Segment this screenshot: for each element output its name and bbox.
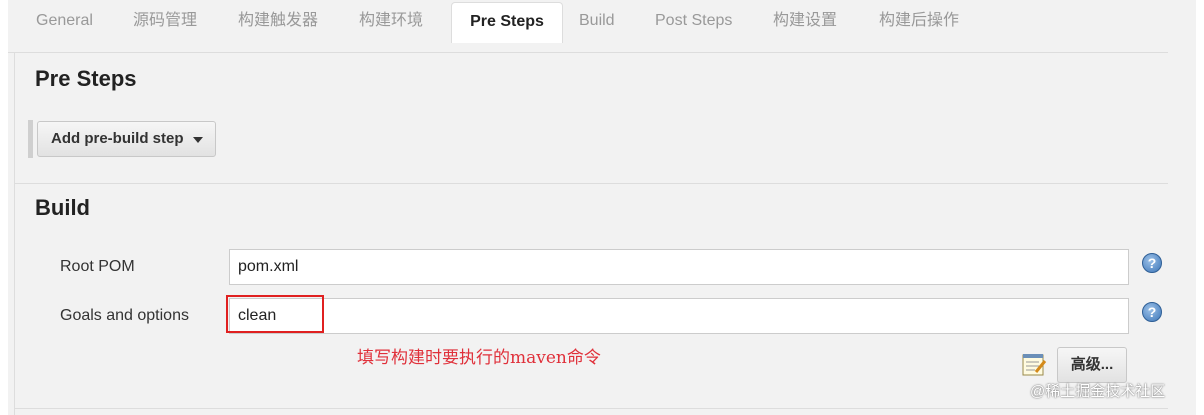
tab-build-environment[interactable]: 构建环境	[359, 0, 423, 42]
root-pom-input[interactable]: pom.xml	[229, 249, 1129, 285]
goals-options-label: Goals and options	[60, 307, 189, 324]
caret-down-icon	[193, 137, 203, 143]
advanced-button[interactable]: 高级...	[1057, 347, 1127, 383]
bottom-divider	[14, 408, 1168, 409]
tab-post-steps[interactable]: Post Steps	[655, 0, 732, 42]
tab-build[interactable]: Build	[579, 0, 615, 42]
goals-options-help-icon[interactable]: ?	[1142, 302, 1162, 322]
watermark: @稀土掘金技术社区	[1030, 383, 1166, 400]
add-pre-build-step-label: Add pre-build step	[51, 130, 184, 147]
root-pom-help-icon[interactable]: ?	[1142, 253, 1162, 273]
goals-options-input[interactable]: clean	[229, 298, 1129, 334]
tab-build-triggers[interactable]: 构建触发器	[238, 0, 318, 42]
tab-general[interactable]: General	[36, 0, 93, 42]
tab-build-settings[interactable]: 构建设置	[773, 0, 837, 42]
notepad-icon[interactable]	[1021, 351, 1047, 377]
config-tab-bar: General 源码管理 构建触发器 构建环境 Pre Steps Build …	[8, 0, 1196, 43]
pre-steps-title: Pre Steps	[35, 66, 137, 91]
build-title: Build	[35, 195, 90, 220]
annotation-text: 填写构建时要执行的maven命令	[357, 348, 601, 368]
add-pre-build-step-button[interactable]: Add pre-build step	[37, 121, 216, 157]
annotation-highlight-box	[226, 295, 324, 333]
tab-pre-steps[interactable]: Pre Steps	[451, 2, 563, 43]
tab-source-management[interactable]: 源码管理	[133, 0, 197, 42]
drag-grip	[28, 120, 33, 158]
root-pom-label: Root POM	[60, 258, 135, 275]
section-divider	[14, 183, 1168, 184]
tab-post-build-actions[interactable]: 构建后操作	[879, 0, 959, 42]
